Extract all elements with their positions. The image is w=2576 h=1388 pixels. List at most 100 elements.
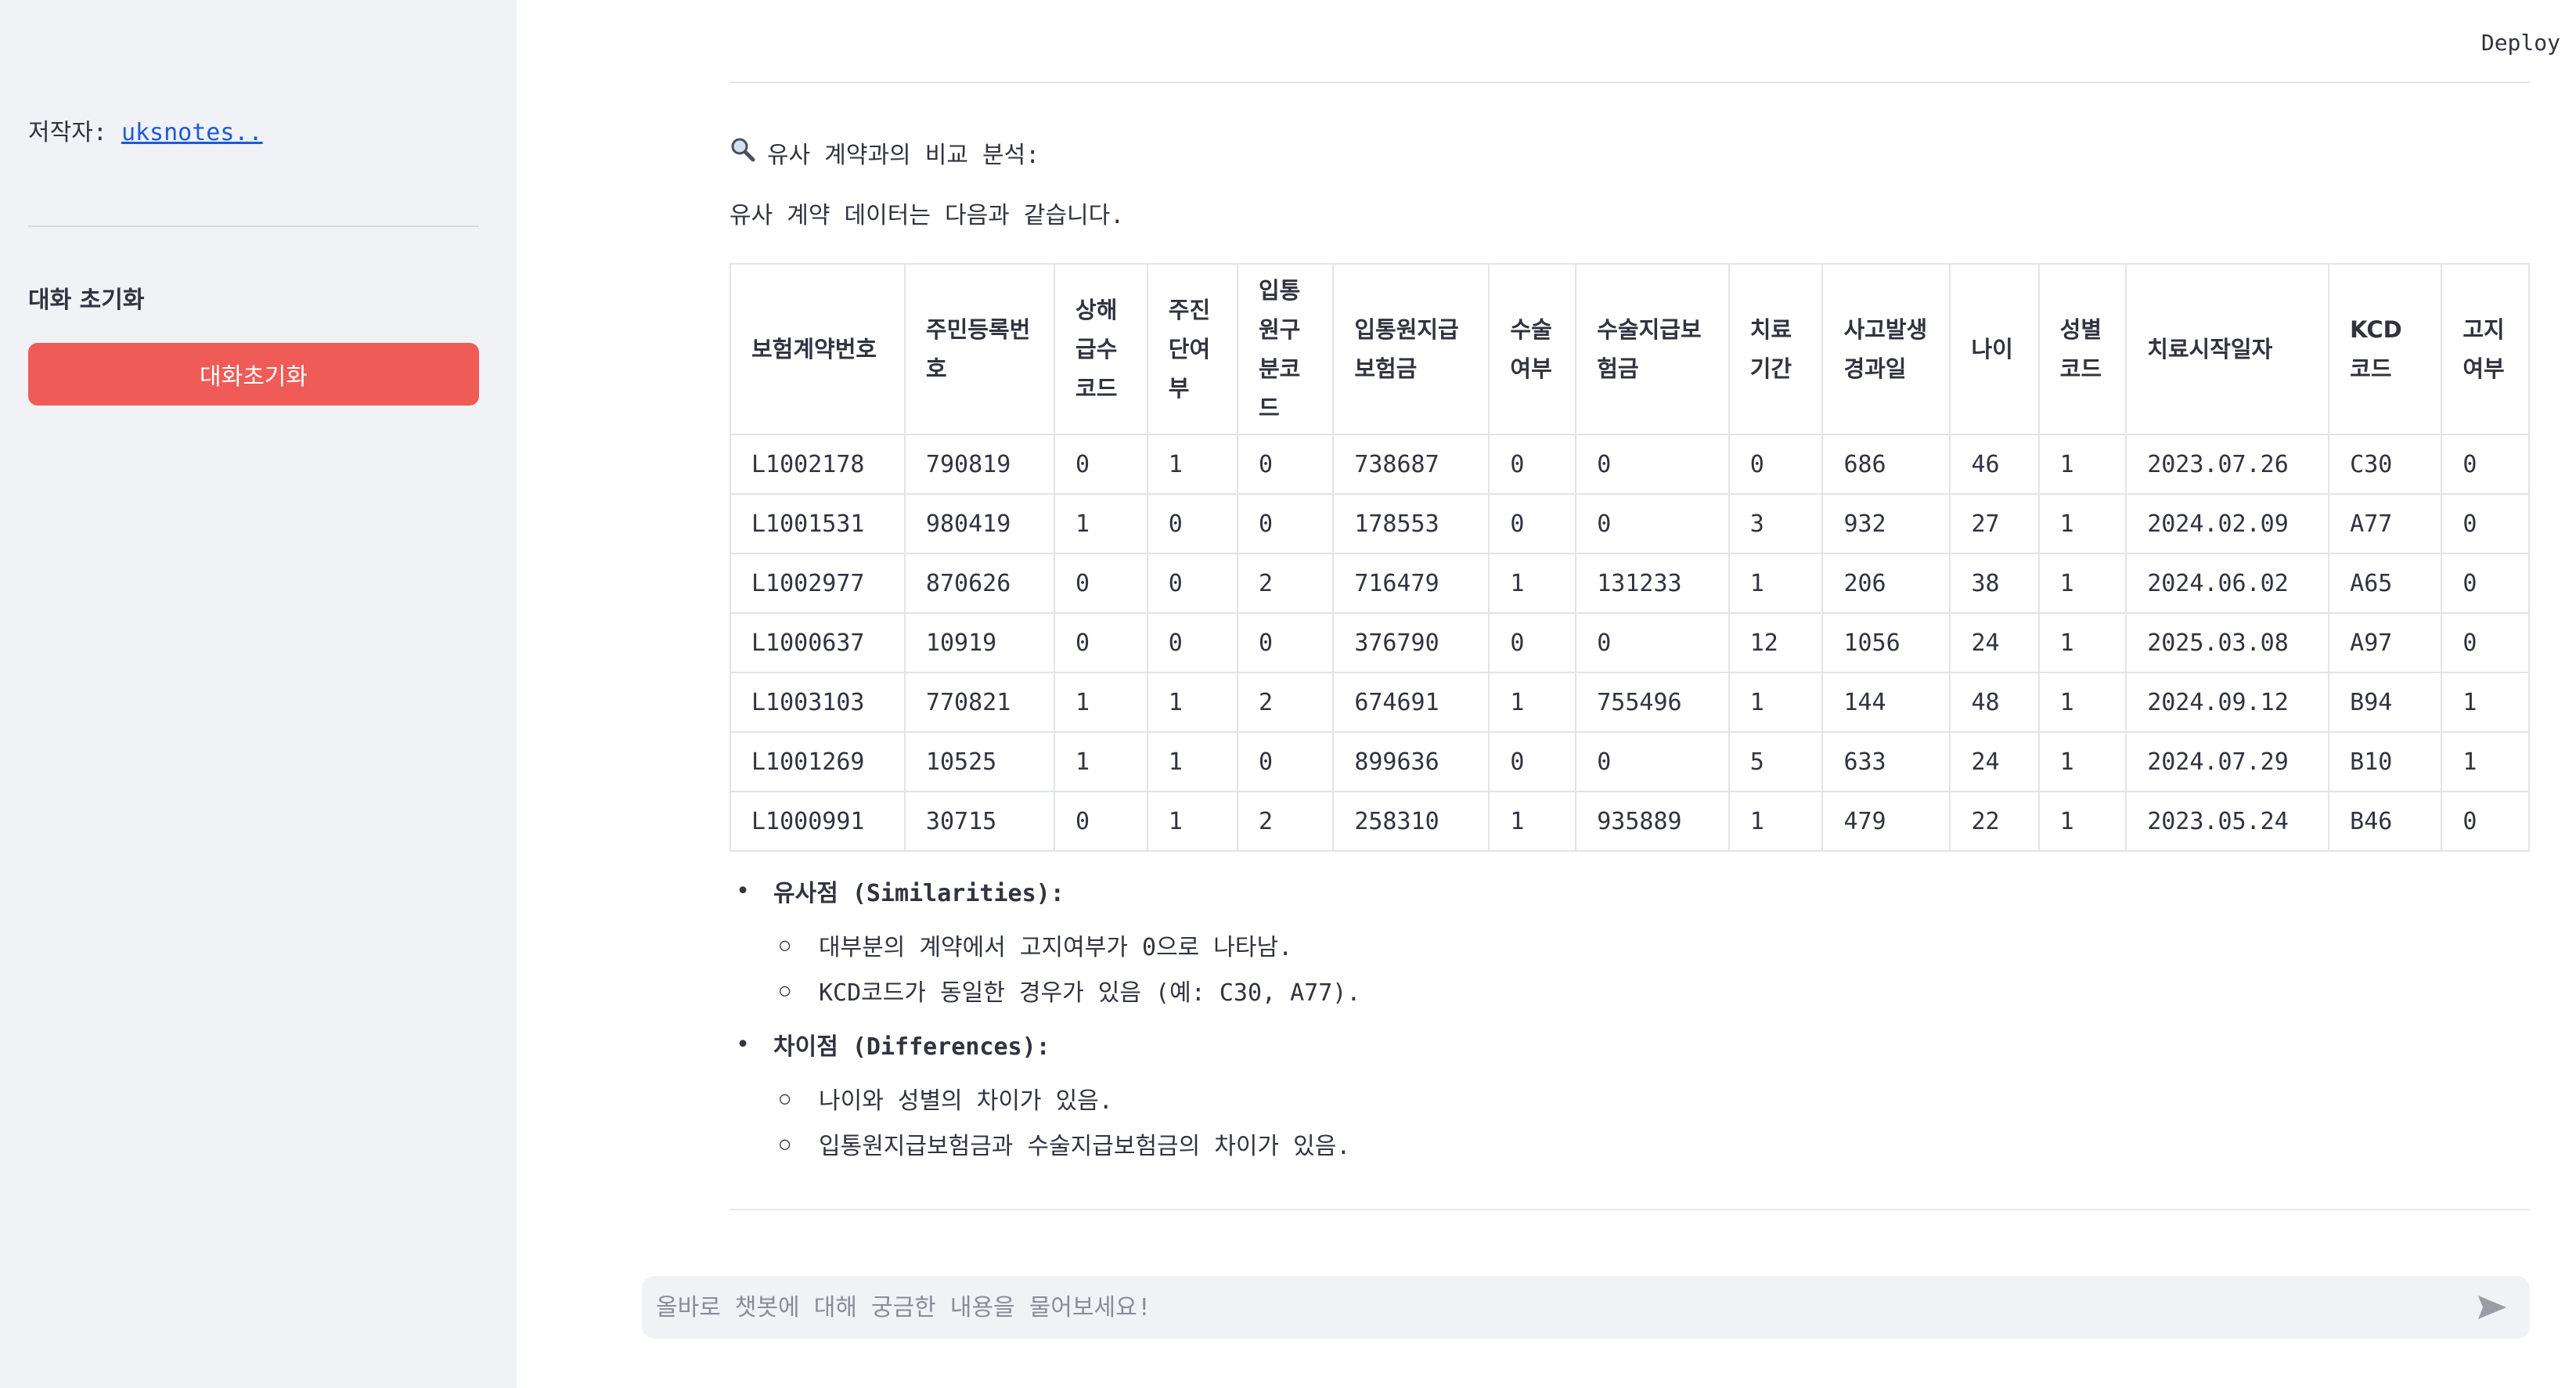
table-cell: 48 [1949, 672, 2040, 733]
table-cell: 1 [2441, 731, 2530, 792]
table-cell: 980419 [903, 493, 1056, 554]
table-cell: 2025.03.08 [2125, 612, 2330, 673]
differences-sublist: ○ 나이와 성별의 차이가 있음. ○ 입통원지급보험금과 수술지급보험금의 차이가… [730, 1076, 2530, 1166]
table-cell: 2023.05.24 [2125, 791, 2330, 852]
table-cell: 1 [1488, 672, 1577, 733]
table-cell: 674691 [1332, 672, 1490, 733]
similar-contracts-table: 보험계약번호 주민등록번호 상해급수코드 주진단여부 입통원구분코드 입통원지급보험금 수술… [730, 263, 2530, 852]
table-cell: 1 [1728, 553, 1824, 614]
table-cell: 376790 [1332, 612, 1490, 673]
bullet-circle: ○ [780, 935, 791, 955]
table-cell: 2024.06.02 [2125, 553, 2330, 614]
table-cell: 27 [1949, 493, 2040, 554]
table-row: L1000991 30715 0 1 2 258310 1 935889 1 479 22 1 2023… [730, 791, 2530, 852]
chat-input-container [642, 1276, 2530, 1339]
bullet-dot: • [736, 877, 751, 905]
comparison-list: • 유사점 (Similarities): ○ 대부분의 계약에서 고지여부가 0… [730, 869, 2530, 1166]
column-header: 나이 [1949, 263, 2040, 435]
table-cell: 1 [1488, 791, 1577, 852]
table-cell: 2 [1236, 553, 1335, 614]
table-cell: 46 [1949, 434, 2040, 495]
author-link[interactable]: uksnotes.. [121, 119, 263, 146]
send-icon[interactable] [2469, 1292, 2516, 1323]
sub-list-item: ○ 나이와 성별의 차이가 있음. [730, 1076, 2530, 1121]
table-cell: 0 [1236, 493, 1335, 554]
table-row: L1003103 770821 1 1 2 674691 1 755496 1 144 48 1 202… [730, 672, 2530, 733]
column-header: 치료시작일자 [2125, 263, 2330, 435]
table-cell: 1 [2037, 553, 2127, 614]
sub-list-item: ○ KCD코드가 동일한 경우가 있음 (예: C30, A77). [730, 968, 2530, 1013]
analysis-title-line: 유사 계약과의 비교 분석: [730, 133, 2530, 172]
table-cell: 30715 [903, 791, 1056, 852]
table-cell: L1003103 [730, 672, 906, 733]
sidebar: 저작자: uksnotes.. 대화 초기화 대화초기화 [0, 0, 517, 1388]
table-row: L1001531 980419 1 0 0 178553 0 0 3 932 27 1 2024.02.… [730, 493, 2530, 554]
chat-input[interactable] [642, 1292, 2469, 1322]
table-cell: 1 [1728, 672, 1824, 733]
table-cell: 0 [1488, 434, 1577, 495]
reset-chat-button[interactable]: 대화초기화 [28, 343, 479, 406]
table-cell: 0 [1575, 493, 1730, 554]
table-cell: 0 [1488, 612, 1577, 673]
deploy-button[interactable]: Deploy [2481, 30, 2560, 56]
table-cell: B46 [2328, 791, 2443, 852]
table-cell: 0 [1054, 791, 1148, 852]
table-cell: 1 [1488, 553, 1577, 614]
table-cell: 144 [1821, 672, 1951, 733]
similarities-title: 유사점 (Similarities): [773, 880, 1065, 907]
table-cell: 0 [2441, 612, 2530, 673]
table-cell: 770821 [903, 672, 1056, 733]
table-cell: 932 [1821, 493, 1951, 554]
bottom-divider [730, 1209, 2530, 1210]
similarity-text: KCD코드가 동일한 경우가 있음 (예: C30, A77). [819, 979, 1361, 1007]
table-row: L1002178 790819 0 1 0 738687 0 0 0 686 46 1 2023.07.… [730, 434, 2530, 495]
table-cell: 258310 [1332, 791, 1490, 852]
column-header: 보험계약번호 [730, 263, 906, 435]
table-cell: B94 [2328, 672, 2443, 733]
table-cell: 935889 [1575, 791, 1730, 852]
table-cell: 1 [2037, 612, 2127, 673]
table-cell: 0 [1488, 731, 1577, 792]
table-cell: 0 [2441, 434, 2530, 495]
table-cell: 899636 [1332, 731, 1490, 792]
table-cell: 1 [1054, 493, 1148, 554]
table-cell: 0 [1236, 612, 1335, 673]
table-cell: 1 [2037, 791, 2127, 852]
table-cell: 24 [1949, 731, 2040, 792]
table-cell: 0 [2441, 553, 2530, 614]
table-cell: 0 [2441, 791, 2530, 852]
column-header: 주진단여부 [1146, 263, 1238, 435]
author-line: 저작자: uksnotes.. [28, 113, 263, 147]
table-cell: 0 [1054, 434, 1148, 495]
table-cell: 738687 [1332, 434, 1490, 495]
column-header: 입통원구분코드 [1236, 263, 1335, 435]
bullet-circle: ○ [780, 980, 791, 1000]
table-cell: 2024.09.12 [2125, 672, 2330, 733]
table-cell: 5 [1728, 731, 1824, 792]
table-cell: 10525 [903, 731, 1056, 792]
table-cell: L1002178 [730, 434, 906, 495]
analysis-title: 유사 계약과의 비교 분석: [767, 142, 1040, 169]
column-header: 사고발생경과일 [1821, 263, 1951, 435]
table-cell: 686 [1821, 434, 1951, 495]
table-cell: L1001531 [730, 493, 906, 554]
analysis-intro: 유사 계약 데이터는 다음과 같습니다. [730, 202, 1125, 229]
table-cell: 755496 [1575, 672, 1730, 733]
table-cell: 1 [2037, 434, 2127, 495]
table-cell: 870626 [903, 553, 1056, 614]
table-row: L1000637 10919 0 0 0 376790 0 0 12 1056 24 1 2025.03… [730, 612, 2530, 673]
top-divider [730, 81, 2530, 83]
table-cell: L1002977 [730, 553, 906, 614]
difference-text: 나이와 성별의 차이가 있음. [819, 1087, 1113, 1115]
table-cell: 0 [1728, 434, 1824, 495]
reset-heading: 대화 초기화 [28, 287, 145, 314]
table-cell: B10 [2328, 731, 2443, 792]
table-cell: A97 [2328, 612, 2443, 673]
table-cell: 206 [1821, 553, 1951, 614]
column-header: 주민등록번호 [903, 263, 1056, 435]
column-header: KCD코드 [2328, 263, 2443, 435]
chat-message: 유사 계약과의 비교 분석: 유사 계약 데이터는 다음과 같습니다. 보험계약… [730, 133, 2530, 1176]
table-cell: 0 [1054, 612, 1148, 673]
bullet-dot: • [736, 1030, 751, 1058]
table-cell: 131233 [1575, 553, 1730, 614]
